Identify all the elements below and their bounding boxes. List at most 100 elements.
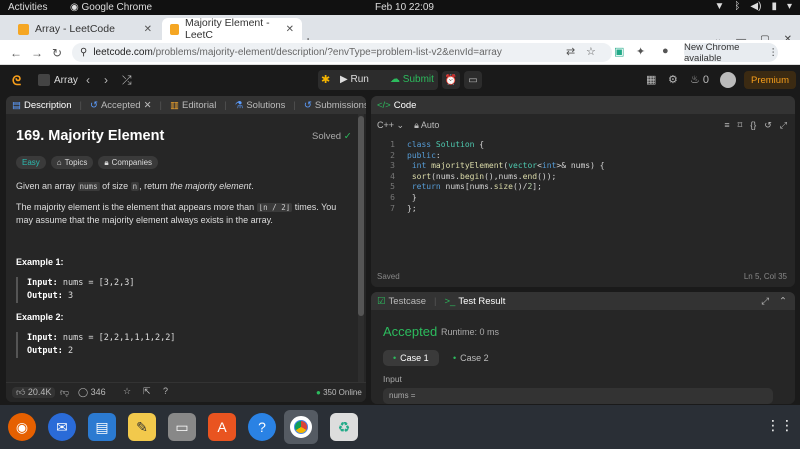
chrome-icon[interactable] [284,410,318,444]
tab-test-result[interactable]: >_ Test Result [445,296,506,307]
timer-icon[interactable]: ⏰ [442,71,460,89]
auto-label: Auto [420,120,440,130]
online-count: 350 Online [323,388,362,397]
difficulty-label: Easy [22,158,40,167]
tab-label: Test Result [458,295,506,307]
firefox-icon[interactable]: ◉ [8,413,36,441]
text: of size [99,181,131,191]
companies-chip[interactable]: 🔒︎ Companies [98,156,159,169]
bookmark-star-icon[interactable]: ☆ [586,45,596,58]
problem-list-icon[interactable] [38,74,50,86]
user-avatar[interactable] [720,72,736,88]
language-select[interactable]: C++ ⌄ [377,120,404,130]
reset-icon[interactable]: ↺ [764,120,772,131]
description-panel: ▤ Description | ↺ Accepted ✕ | ▥ Editorial |… [6,96,366,402]
shuffle-icon[interactable]: ⤮ [122,73,132,88]
profile-icon[interactable]: ● [662,45,669,57]
solutions-flask-icon: ⚗ [234,99,244,111]
activities-button[interactable]: Activities [8,2,47,13]
text: The majority element is the element that… [16,202,257,212]
app-center-icon[interactable]: A [208,413,236,441]
tab-code[interactable]: </> Code [377,100,416,111]
clock[interactable]: Feb 10 22:09 [375,2,434,13]
prev-problem-icon[interactable]: ‹ [86,73,90,87]
premium-button[interactable]: Premium [744,71,796,89]
forward-icon[interactable]: → [31,46,43,60]
help-icon[interactable]: ? [248,413,276,441]
tab-title: Majority Element - LeetC [185,17,270,41]
input-label: Input [383,374,402,384]
expand-icon[interactable]: ⤢ [761,296,769,307]
code-panel: </> Code C++ ⌄ 🔒︎ Auto ≡ ⌑ {} ↺ ⤢ 1 class … [371,96,795,287]
url-bar[interactable]: ⚲ leetcode.com/problems/majority-element… [72,43,612,62]
comment-icon: ◯ [78,387,89,397]
example-2-title: Example 2: [16,312,64,322]
trash-icon[interactable]: ♻ [330,413,358,441]
tab-testcase[interactable]: ☑ Testcase [377,296,426,307]
difficulty-badge[interactable]: Easy [16,156,46,169]
tab-description[interactable]: ▤ Description [12,100,72,111]
leetcode-logo-icon[interactable]: ᘓ [12,73,26,88]
next-problem-icon[interactable]: › [104,73,108,87]
submit-button[interactable]: ☁ Submit [390,74,434,85]
like-button[interactable]: 👍︎ 20.4K [12,387,56,398]
active-app-label[interactable]: ◉ Google Chrome [70,2,152,13]
close-tab-icon[interactable]: ✕ [144,100,152,111]
browser-tab-majority-element[interactable]: Majority Element - LeetC ✕ [162,17,302,41]
site-info-icon[interactable]: ⚲ [80,47,87,58]
active-app-name: Google Chrome [81,2,153,13]
case-2-button[interactable]: • Case 2 [443,350,499,366]
collapse-icon[interactable]: ⌃ [779,296,787,307]
tab-label: Testcase [388,295,427,307]
braces-icon[interactable]: {} [750,120,756,131]
tab-submissions[interactable]: ↺ Submissions [304,100,366,111]
lock-icon: 🔒︎ [104,157,109,167]
output-label: Output: [27,291,63,301]
settings-gear-icon[interactable]: ⚙ [668,73,678,86]
favorite-star-icon[interactable]: ☆ [123,386,131,397]
extension-icon[interactable]: ▣ [614,45,624,58]
leetcode-favicon-icon [170,23,179,35]
help-icon[interactable]: ? [163,386,168,396]
close-tab-icon[interactable]: ✕ [286,24,294,35]
text-editor-icon[interactable]: ✎ [128,413,156,441]
comments-button[interactable]: ◯ 346 [78,387,106,398]
description-paragraph-1: Given an array nums of size n, return th… [16,180,346,193]
reload-icon[interactable]: ↻ [52,46,62,60]
notes-icon[interactable]: ▭ [464,71,482,89]
description-scrollbar-thumb[interactable] [358,116,364,316]
tab-solutions[interactable]: ⚗ Solutions [235,100,286,111]
share-icon[interactable]: ⇱ [143,386,151,397]
debug-icon[interactable]: ✱ [321,73,330,86]
code-editor[interactable]: 1 class Solution { 2 public: 3 int majorit… [383,140,604,214]
new-chrome-available-button[interactable]: New Chrome available ⋮ [684,42,778,64]
code-icon: </> [377,99,391,111]
layout-icon[interactable]: ▦ [646,73,656,86]
format-icon[interactable]: ≡ [724,120,729,131]
case-1-button[interactable]: • Case 1 [383,350,439,366]
show-apps-grid-icon[interactable]: ⋮⋮⋮ [766,417,800,434]
close-tab-icon[interactable]: ✕ [144,24,152,35]
submit-label: Submit [402,74,434,85]
writer-icon[interactable]: ▤ [88,413,116,441]
thunderbird-icon[interactable]: ✉ [48,413,76,441]
translate-icon[interactable]: ⇄ [566,45,575,58]
power-menu-icon: ▾ [786,1,792,12]
checkbox-icon: ☑ [377,295,386,307]
tab-accepted[interactable]: ↺ Accepted ✕ [90,100,152,111]
problem-list-label[interactable]: Array [54,75,78,86]
bookmark-icon[interactable]: ⌑ [738,120,743,131]
auto-mode[interactable]: 🔒︎ Auto [414,120,439,130]
dislike-icon[interactable]: 👎︎ [60,387,69,398]
browser-tab-array[interactable]: Array - LeetCode ✕ [10,18,160,40]
files-icon[interactable]: ▭ [168,413,196,441]
back-icon[interactable]: ← [10,46,22,60]
system-tray[interactable]: ▼ ᛒ ◀) ▮ ▾ [715,1,792,12]
run-button[interactable]: ▶ Run [340,74,369,85]
streak-fire-icon[interactable]: ♨ 0 [690,73,709,86]
input-value-box: nums = [383,388,773,404]
extensions-puzzle-icon[interactable]: ✦ [636,45,645,58]
topics-chip[interactable]: ⌂ Topics [50,156,94,169]
fullscreen-icon[interactable]: ⤢ [780,120,787,131]
tab-editorial[interactable]: ▥ Editorial [170,100,216,111]
